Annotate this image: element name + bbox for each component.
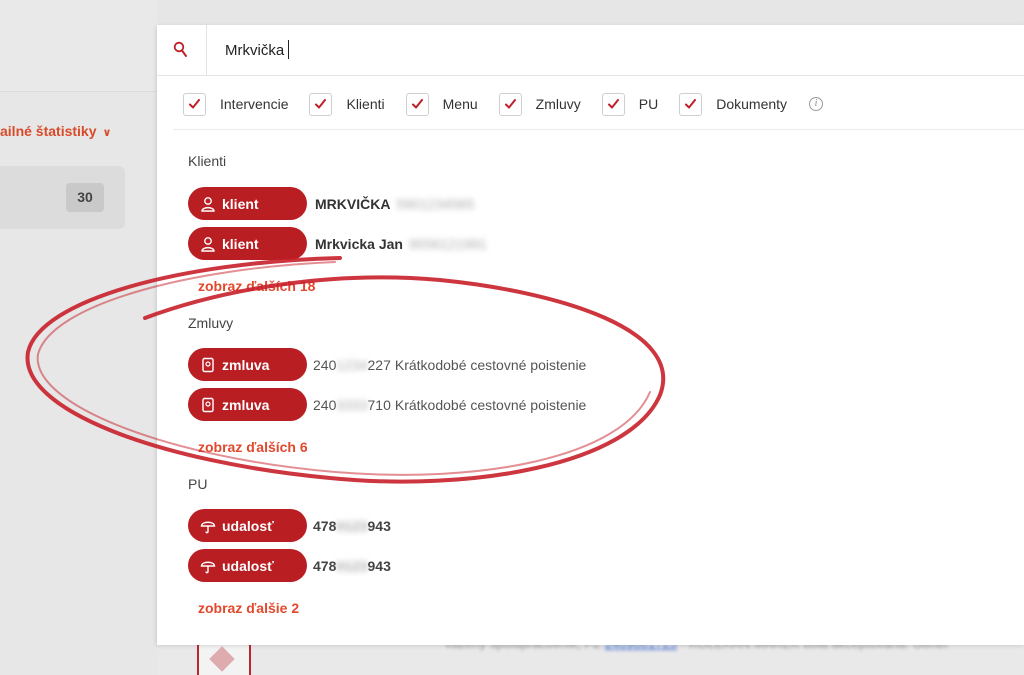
result-zmluva-2[interactable]: zmluva 2403333710 Krátkodobé cestovné po…: [188, 388, 586, 421]
section-title-pu: PU: [188, 476, 208, 492]
tag-pill-zmluva: zmluva: [188, 348, 307, 381]
client-name: MRKVIČKA: [315, 195, 391, 212]
client-name: Mrkvicka Jan: [315, 235, 403, 252]
checkmark-icon: [685, 99, 697, 109]
checkmark-icon: [189, 99, 200, 109]
tag-pill-klient: klient: [188, 227, 307, 260]
tag-label: udalosť: [222, 557, 274, 574]
checkbox[interactable]: [679, 92, 703, 116]
contract-description: Krátkodobé cestovné poistenie: [394, 356, 587, 373]
tag-pill-klient: klient: [188, 187, 307, 220]
count-badge: 30: [66, 183, 104, 212]
show-more-klienti-link[interactable]: zobraz ďalších 18: [198, 278, 315, 294]
contract-icon: [202, 357, 214, 372]
tag-pill-udalost: udalosť: [188, 549, 307, 582]
result-klient-1[interactable]: klient MRKVIČKA 5901234565: [188, 187, 474, 220]
search-input[interactable]: [225, 38, 925, 62]
chevron-down-icon: ∨: [102, 127, 112, 139]
background-header: [0, 0, 157, 92]
tag-label: zmluva: [222, 356, 270, 373]
checkbox[interactable]: [405, 92, 429, 116]
filter-label: Klienti: [346, 96, 385, 112]
contract-number: 2403333710: [313, 396, 391, 413]
search-bar: [157, 25, 1024, 76]
section-title-zmluvy: Zmluvy: [188, 315, 234, 331]
background-sidebar: [0, 0, 157, 675]
tag-label: zmluva: [222, 396, 270, 413]
contract-number: 2401234227: [313, 356, 391, 373]
client-id: 9556121991: [408, 235, 487, 252]
search-results-panel: Intervencie Klienti Menu Zmluvy PU Dokumenty i…: [157, 25, 1024, 645]
person-icon: [201, 196, 215, 212]
filter-menu[interactable]: Menu: [405, 92, 478, 116]
filter-intervencie[interactable]: Intervencie: [183, 92, 289, 116]
search-icon: [173, 41, 187, 57]
stats-label: ailné štatistiky: [0, 123, 97, 139]
divider: [173, 129, 1024, 130]
search-icon-button[interactable]: [157, 25, 207, 76]
umbrella-icon: [200, 521, 216, 533]
filter-zmluvy[interactable]: Zmluvy: [498, 92, 581, 116]
contract-description: Krátkodobé cestovné poistenie: [394, 396, 587, 413]
checkmark-icon: [411, 99, 423, 109]
result-udalost-2[interactable]: udalosť 4780123943: [188, 549, 391, 582]
checkbox[interactable]: [601, 92, 625, 116]
event-number: 4780123943: [313, 517, 391, 534]
contract-icon: [202, 397, 214, 412]
document-icon: [197, 640, 251, 675]
person-icon: [201, 236, 215, 252]
tag-label: udalosť: [222, 517, 274, 534]
checkmark-icon: [315, 99, 327, 109]
filter-label: Zmluvy: [535, 96, 581, 112]
checkbox[interactable]: [183, 92, 206, 116]
filter-dokumenty[interactable]: Dokumenty: [679, 92, 788, 116]
info-icon[interactable]: i: [809, 97, 824, 111]
checkbox[interactable]: [498, 92, 522, 116]
checkmark-icon: [504, 99, 516, 109]
show-more-pu-link[interactable]: zobraz ďalšie 2: [198, 600, 299, 616]
filter-label: PU: [638, 96, 659, 112]
filter-bar: Intervencie Klienti Menu Zmluvy PU Dokumenty i: [183, 92, 824, 116]
filter-label: Menu: [442, 96, 478, 112]
tag-pill-udalost: udalosť: [188, 509, 307, 542]
result-klient-2[interactable]: klient Mrkvicka Jan 9556121991: [188, 227, 487, 260]
checkmark-icon: [607, 99, 619, 109]
background-card: [0, 166, 125, 229]
tag-label: klient: [222, 195, 259, 212]
checkbox[interactable]: [309, 92, 333, 116]
stats-dropdown[interactable]: ailné štatistiky ∨: [0, 123, 111, 139]
filter-pu[interactable]: PU: [601, 92, 659, 116]
client-id: 5901234565: [396, 195, 475, 212]
tag-pill-zmluva: zmluva: [188, 388, 307, 421]
result-zmluva-1[interactable]: zmluva 2401234227 Krátkodobé cestovné po…: [188, 348, 586, 381]
filter-label: Intervencie: [220, 96, 289, 112]
filter-label: Dokumenty: [716, 96, 788, 112]
section-title-klienti: Klienti: [188, 153, 227, 169]
result-udalost-1[interactable]: udalosť 4780123943: [188, 509, 391, 542]
filter-klienti[interactable]: Klienti: [309, 92, 385, 116]
show-more-zmluvy-link[interactable]: zobraz ďalších 6: [198, 439, 308, 455]
umbrella-icon: [200, 561, 216, 573]
tag-label: klient: [222, 235, 259, 252]
text-caret: [288, 40, 289, 59]
event-number: 4780123943: [313, 557, 391, 574]
